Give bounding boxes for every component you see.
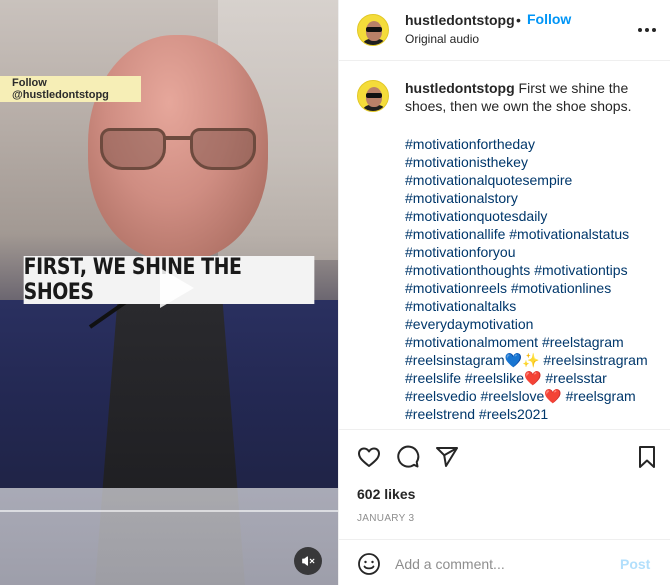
play-icon[interactable] xyxy=(138,254,206,322)
video-follow-tag: Follow @hustledontstopg xyxy=(0,76,141,102)
hashtag-line[interactable]: #reelslife #reelslike❤️ #reelsstar xyxy=(405,369,655,387)
more-horizontal-icon[interactable] xyxy=(635,18,659,42)
post-details-panel: hustledontstopg • Follow Original audio … xyxy=(338,0,670,585)
post-header: hustledontstopg • Follow Original audio xyxy=(339,0,670,61)
hashtag-list: #motivationfortheday #motivationisthekey… xyxy=(405,135,655,423)
reel-video[interactable]: Follow @hustledontstopg FIRST, WE SHINE … xyxy=(0,0,338,585)
post-date: JANUARY 3 xyxy=(357,513,415,524)
hashtag-line[interactable]: #motivationforyou xyxy=(405,243,655,261)
header-separator: • xyxy=(516,12,521,28)
hashtag-line[interactable]: #motivationallife #motivationalstatus xyxy=(405,225,655,243)
header-username[interactable]: hustledontstopg xyxy=(405,12,515,28)
comment-bubble-icon[interactable] xyxy=(395,444,421,470)
follow-button[interactable]: Follow xyxy=(527,11,571,27)
hashtag-line[interactable]: #reelstrend #reels2021 xyxy=(405,405,655,423)
hashtag-line[interactable]: #motivationreels #motivationlines xyxy=(405,279,655,297)
heart-icon[interactable] xyxy=(356,444,382,470)
hashtag-line[interactable]: #motivationalmoment #reelstagram xyxy=(405,333,655,351)
post-caption: hustledontstopg First we shine the shoes… xyxy=(405,79,655,115)
hashtag-line[interactable]: #motivationisthekey xyxy=(405,153,655,171)
likes-count[interactable]: 602 likes xyxy=(357,486,415,502)
hashtag-line[interactable]: #motivationfortheday xyxy=(405,135,655,153)
comment-bar: Post xyxy=(339,539,670,585)
hashtag-line[interactable]: #motivationalstory xyxy=(405,189,655,207)
post-comment-button[interactable]: Post xyxy=(620,556,650,572)
emoji-smile-icon[interactable] xyxy=(357,552,381,576)
avatar[interactable] xyxy=(357,80,389,112)
video-podium xyxy=(0,488,338,585)
hashtag-line[interactable]: #motivationalquotesempire xyxy=(405,171,655,189)
caption-username[interactable]: hustledontstopg xyxy=(405,80,515,96)
hashtag-line[interactable]: #motivationaltalks xyxy=(405,297,655,315)
hashtag-line[interactable]: #motivationthoughts #motivationtips xyxy=(405,261,655,279)
hashtag-line[interactable]: #reelsvedio #reelslove❤️ #reelsgram xyxy=(405,387,655,405)
bookmark-icon[interactable] xyxy=(634,444,660,470)
paper-plane-icon[interactable] xyxy=(434,444,460,470)
post-caption-section: hustledontstopg First we shine the shoes… xyxy=(339,62,670,429)
post-actions: 602 likes JANUARY 3 xyxy=(339,429,670,539)
hashtag-line[interactable]: #motivationquotesdaily xyxy=(405,207,655,225)
reel-post-viewer: Follow @hustledontstopg FIRST, WE SHINE … xyxy=(0,0,670,585)
hashtag-line[interactable]: #reelsinstagram💙✨ #reelsinstragram xyxy=(405,351,655,369)
video-figure-sunglasses xyxy=(100,128,256,172)
hashtag-line[interactable]: #everydaymotivation xyxy=(405,315,655,333)
avatar[interactable] xyxy=(357,14,389,46)
audio-label[interactable]: Original audio xyxy=(405,32,479,46)
speaker-muted-icon[interactable] xyxy=(294,547,322,575)
comment-input[interactable] xyxy=(395,552,605,576)
